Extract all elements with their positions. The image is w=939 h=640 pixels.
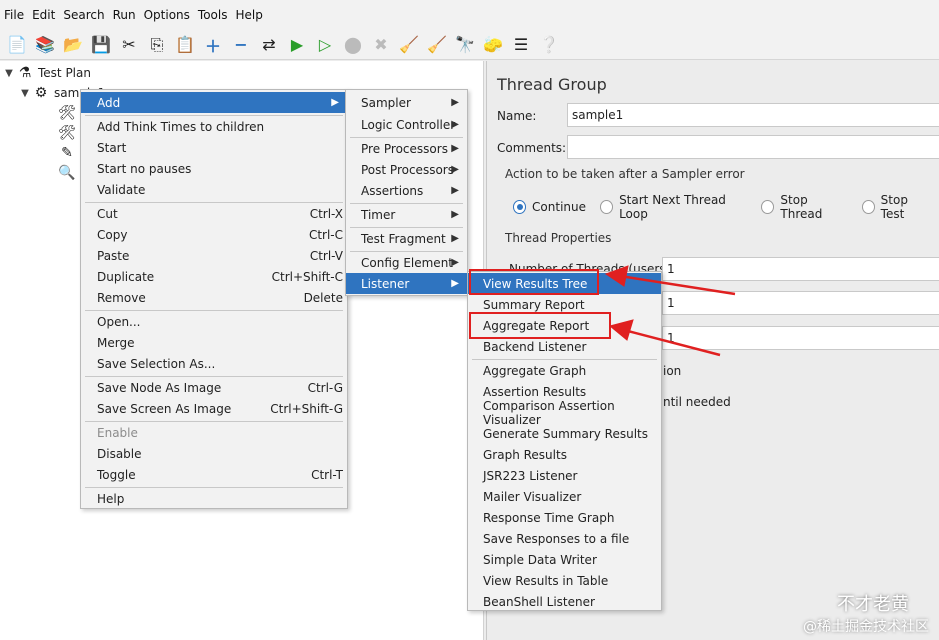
arrow-line <box>619 274 736 296</box>
watermark-author: 不才老黄 <box>837 594 909 615</box>
arrow-line <box>623 328 721 357</box>
arrow-head <box>604 265 629 287</box>
annotation-arrows <box>604 265 736 357</box>
watermark-site: @稀土掘金技术社区 <box>803 619 929 635</box>
arrow-head <box>608 319 634 341</box>
